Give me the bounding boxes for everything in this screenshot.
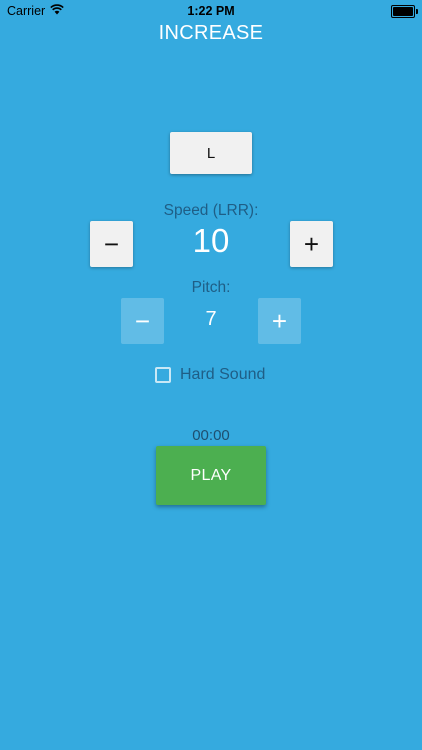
hard-sound-option[interactable]: Hard Sound [155, 366, 265, 384]
play-button[interactable]: PLAY [156, 446, 266, 505]
minus-icon: − [103, 228, 120, 259]
pitch-label: Pitch: [191, 279, 231, 296]
speed-decrease-button[interactable]: − [90, 221, 133, 267]
status-time: 1:22 PM [187, 4, 235, 18]
status-bar: Carrier 1:22 PM [0, 0, 422, 22]
page-title: INCREASE [158, 22, 264, 44]
pitch-value: 7 [205, 308, 217, 330]
status-right [391, 5, 418, 18]
hard-sound-label: Hard Sound [180, 366, 266, 383]
timer-display: 00:00 [192, 427, 230, 444]
minus-icon: − [134, 305, 151, 336]
pitch-decrease-button[interactable]: − [121, 298, 164, 344]
plus-icon: + [303, 228, 320, 259]
battery-tip [416, 9, 418, 14]
plus-icon: + [271, 305, 288, 336]
battery-fill [393, 7, 413, 16]
pitch-increase-button[interactable]: + [258, 298, 301, 344]
hard-sound-checkbox[interactable] [155, 367, 171, 383]
app-screen: Carrier 1:22 PM INCREASE L Speed (LRR): … [0, 0, 422, 750]
speed-increase-button[interactable]: + [290, 221, 333, 267]
battery-icon [391, 5, 418, 18]
mode-button[interactable]: L [170, 132, 252, 174]
speed-label: Speed (LRR): [163, 202, 259, 219]
speed-value: 10 [192, 222, 230, 259]
